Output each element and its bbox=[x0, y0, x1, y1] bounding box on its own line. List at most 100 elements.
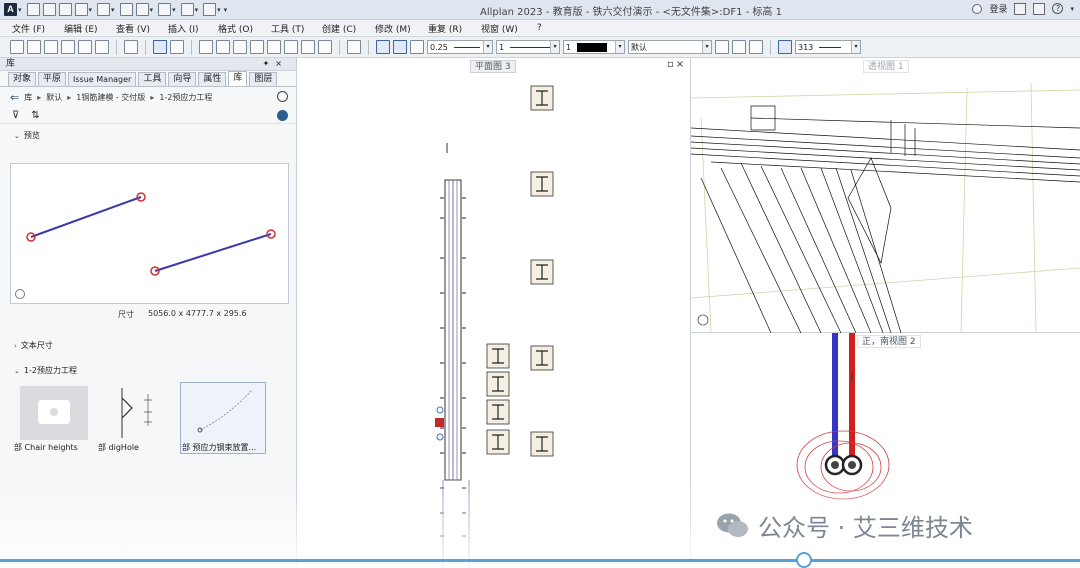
paste-icon[interactable] bbox=[284, 40, 298, 54]
chevron-down-icon[interactable]: ▾ bbox=[89, 6, 93, 14]
tab-wizard[interactable]: 向导 bbox=[168, 72, 197, 86]
tab-plane[interactable]: 平原 bbox=[38, 72, 67, 86]
eyedropper-icon[interactable] bbox=[410, 40, 424, 54]
breadcrumb-item[interactable]: 库 bbox=[24, 92, 32, 103]
layer-filter-icon[interactable] bbox=[732, 40, 746, 54]
color-select[interactable]: 1 ▾ bbox=[563, 40, 625, 54]
find-icon[interactable] bbox=[347, 40, 361, 54]
preview-icon[interactable] bbox=[95, 40, 109, 54]
redo-icon[interactable] bbox=[170, 40, 184, 54]
layer-visibility-icon[interactable] bbox=[749, 40, 763, 54]
edit-icon[interactable] bbox=[74, 3, 88, 16]
menu-edit[interactable]: 编辑 (E) bbox=[64, 22, 98, 35]
tab-properties[interactable]: 属性 bbox=[198, 72, 227, 86]
line-icon[interactable] bbox=[199, 40, 213, 54]
undo-icon[interactable] bbox=[97, 3, 111, 16]
pin-close-icons[interactable]: ✦× bbox=[263, 58, 288, 70]
pen-icon[interactable] bbox=[376, 40, 390, 54]
gear-icon[interactable] bbox=[15, 289, 25, 299]
perspective-view[interactable]: 透视图 1 bbox=[691, 58, 1080, 333]
menu-format[interactable]: 格式 (O) bbox=[218, 22, 253, 35]
library-item-dighole[interactable]: 部 digHole bbox=[98, 384, 182, 456]
breadcrumb-item[interactable]: 1铜筋建模 - 交付版 bbox=[76, 92, 145, 103]
breadcrumb-item[interactable]: 默认 bbox=[46, 92, 62, 103]
menu-view[interactable]: 查看 (V) bbox=[116, 22, 150, 35]
tab-library[interactable]: 库 bbox=[228, 71, 248, 86]
menu-window[interactable]: 视窗 (W) bbox=[481, 22, 518, 35]
text-size-section-header[interactable]: › 文本尺寸 bbox=[0, 338, 297, 353]
sort-icon[interactable]: ⇅ bbox=[31, 110, 39, 121]
save-icon[interactable] bbox=[58, 3, 72, 16]
duplicate-icon[interactable] bbox=[301, 40, 315, 54]
redo-icon[interactable] bbox=[119, 3, 133, 16]
collapse-icon[interactable]: ⌄ bbox=[14, 367, 20, 375]
filter-icon[interactable]: ⊽ bbox=[12, 110, 19, 121]
window-icon[interactable] bbox=[135, 3, 149, 16]
new-icon[interactable] bbox=[10, 40, 24, 54]
tab-tools[interactable]: 工具 bbox=[138, 72, 167, 86]
chevron-down-icon[interactable]: ▾ bbox=[615, 41, 624, 53]
allplan-logo-icon[interactable]: A bbox=[4, 3, 17, 16]
pen-thickness-select[interactable]: 0.25 ▾ bbox=[427, 40, 493, 54]
tab-objects[interactable]: 对象 bbox=[8, 72, 37, 86]
chevron-down-icon[interactable]: ▾ bbox=[195, 6, 199, 14]
chevron-down-icon[interactable]: ▾ bbox=[483, 41, 492, 53]
pencil-icon[interactable] bbox=[393, 40, 407, 54]
scale-icon[interactable] bbox=[778, 40, 792, 54]
user-icon[interactable] bbox=[972, 3, 983, 14]
chevron-down-icon[interactable]: ▾ bbox=[150, 6, 154, 14]
line-type-select[interactable]: 1 ▾ bbox=[496, 40, 560, 54]
chevron-down-icon[interactable]: ▾ bbox=[111, 6, 115, 14]
refresh-icon[interactable] bbox=[277, 110, 288, 121]
expand-icon[interactable]: › bbox=[14, 342, 17, 350]
print-icon[interactable] bbox=[78, 40, 92, 54]
project-icon[interactable] bbox=[27, 40, 41, 54]
menu-help[interactable]: ? bbox=[537, 23, 542, 33]
triangle-icon[interactable] bbox=[233, 40, 247, 54]
cut-icon[interactable] bbox=[250, 40, 264, 54]
library-item-tendon-placement[interactable]: 部 预应力钢束放置... bbox=[180, 382, 266, 456]
frame-icon[interactable] bbox=[180, 3, 194, 16]
menu-tools[interactable]: 工具 (T) bbox=[271, 22, 304, 35]
new-file-icon[interactable] bbox=[26, 3, 40, 16]
scale-select[interactable]: 313 ▾ bbox=[795, 40, 861, 54]
rectangle-icon[interactable] bbox=[216, 40, 230, 54]
tab-layers[interactable]: 图层 bbox=[249, 72, 278, 86]
store-icon[interactable] bbox=[1014, 2, 1027, 15]
chevron-down-icon[interactable]: ▾ bbox=[702, 41, 711, 53]
search-icon[interactable] bbox=[277, 91, 288, 102]
open-file-icon[interactable] bbox=[42, 3, 56, 16]
folder-section-header[interactable]: ⌄ 1-2预应力工程 bbox=[0, 363, 297, 378]
undo-icon[interactable] bbox=[153, 40, 167, 54]
menu-modify[interactable]: 修改 (M) bbox=[375, 22, 411, 35]
plan-view[interactable]: 平面图 3 ▫× bbox=[297, 58, 691, 568]
video-progress-knob[interactable] bbox=[796, 552, 812, 568]
menu-file[interactable]: 文件 (F) bbox=[12, 22, 45, 35]
image-icon[interactable] bbox=[124, 40, 138, 54]
help-button[interactable]: ? bbox=[1052, 3, 1064, 14]
layer-settings-icon[interactable] bbox=[715, 40, 729, 54]
open-icon[interactable] bbox=[44, 40, 58, 54]
chevron-down-icon[interactable]: ▾ bbox=[1070, 5, 1074, 13]
settings-icon[interactable] bbox=[1033, 2, 1046, 15]
video-progress-bar[interactable] bbox=[0, 559, 1080, 562]
cube-icon[interactable] bbox=[318, 40, 332, 54]
layout-icon[interactable] bbox=[158, 3, 172, 16]
tools-icon[interactable] bbox=[203, 3, 217, 16]
menu-repeat[interactable]: 重复 (R) bbox=[428, 22, 462, 35]
breadcrumb-item[interactable]: 1-2预应力工程 bbox=[159, 92, 212, 103]
chevron-down-icon[interactable]: ▾ bbox=[18, 6, 22, 14]
menu-insert[interactable]: 插入 (I) bbox=[168, 22, 199, 35]
preview-section-header[interactable]: ⌄ 预览 bbox=[0, 128, 296, 143]
tab-issue-manager[interactable]: Issue Manager bbox=[68, 72, 137, 86]
login-link[interactable]: 登录 bbox=[989, 2, 1007, 15]
chevron-down-icon[interactable]: ▾ bbox=[172, 6, 176, 14]
customize-icon[interactable]: ▾ bbox=[224, 6, 228, 14]
layer-select[interactable]: 默认 ▾ bbox=[628, 40, 712, 54]
collapse-icon[interactable]: ⌄ bbox=[14, 132, 20, 140]
library-item-chair-heights[interactable]: 部 Chair heights bbox=[14, 384, 98, 456]
back-arrow-icon[interactable]: ⇐ bbox=[10, 91, 19, 104]
copy-icon[interactable] bbox=[267, 40, 281, 54]
chevron-down-icon[interactable]: ▾ bbox=[550, 41, 559, 53]
save-icon[interactable] bbox=[61, 40, 75, 54]
